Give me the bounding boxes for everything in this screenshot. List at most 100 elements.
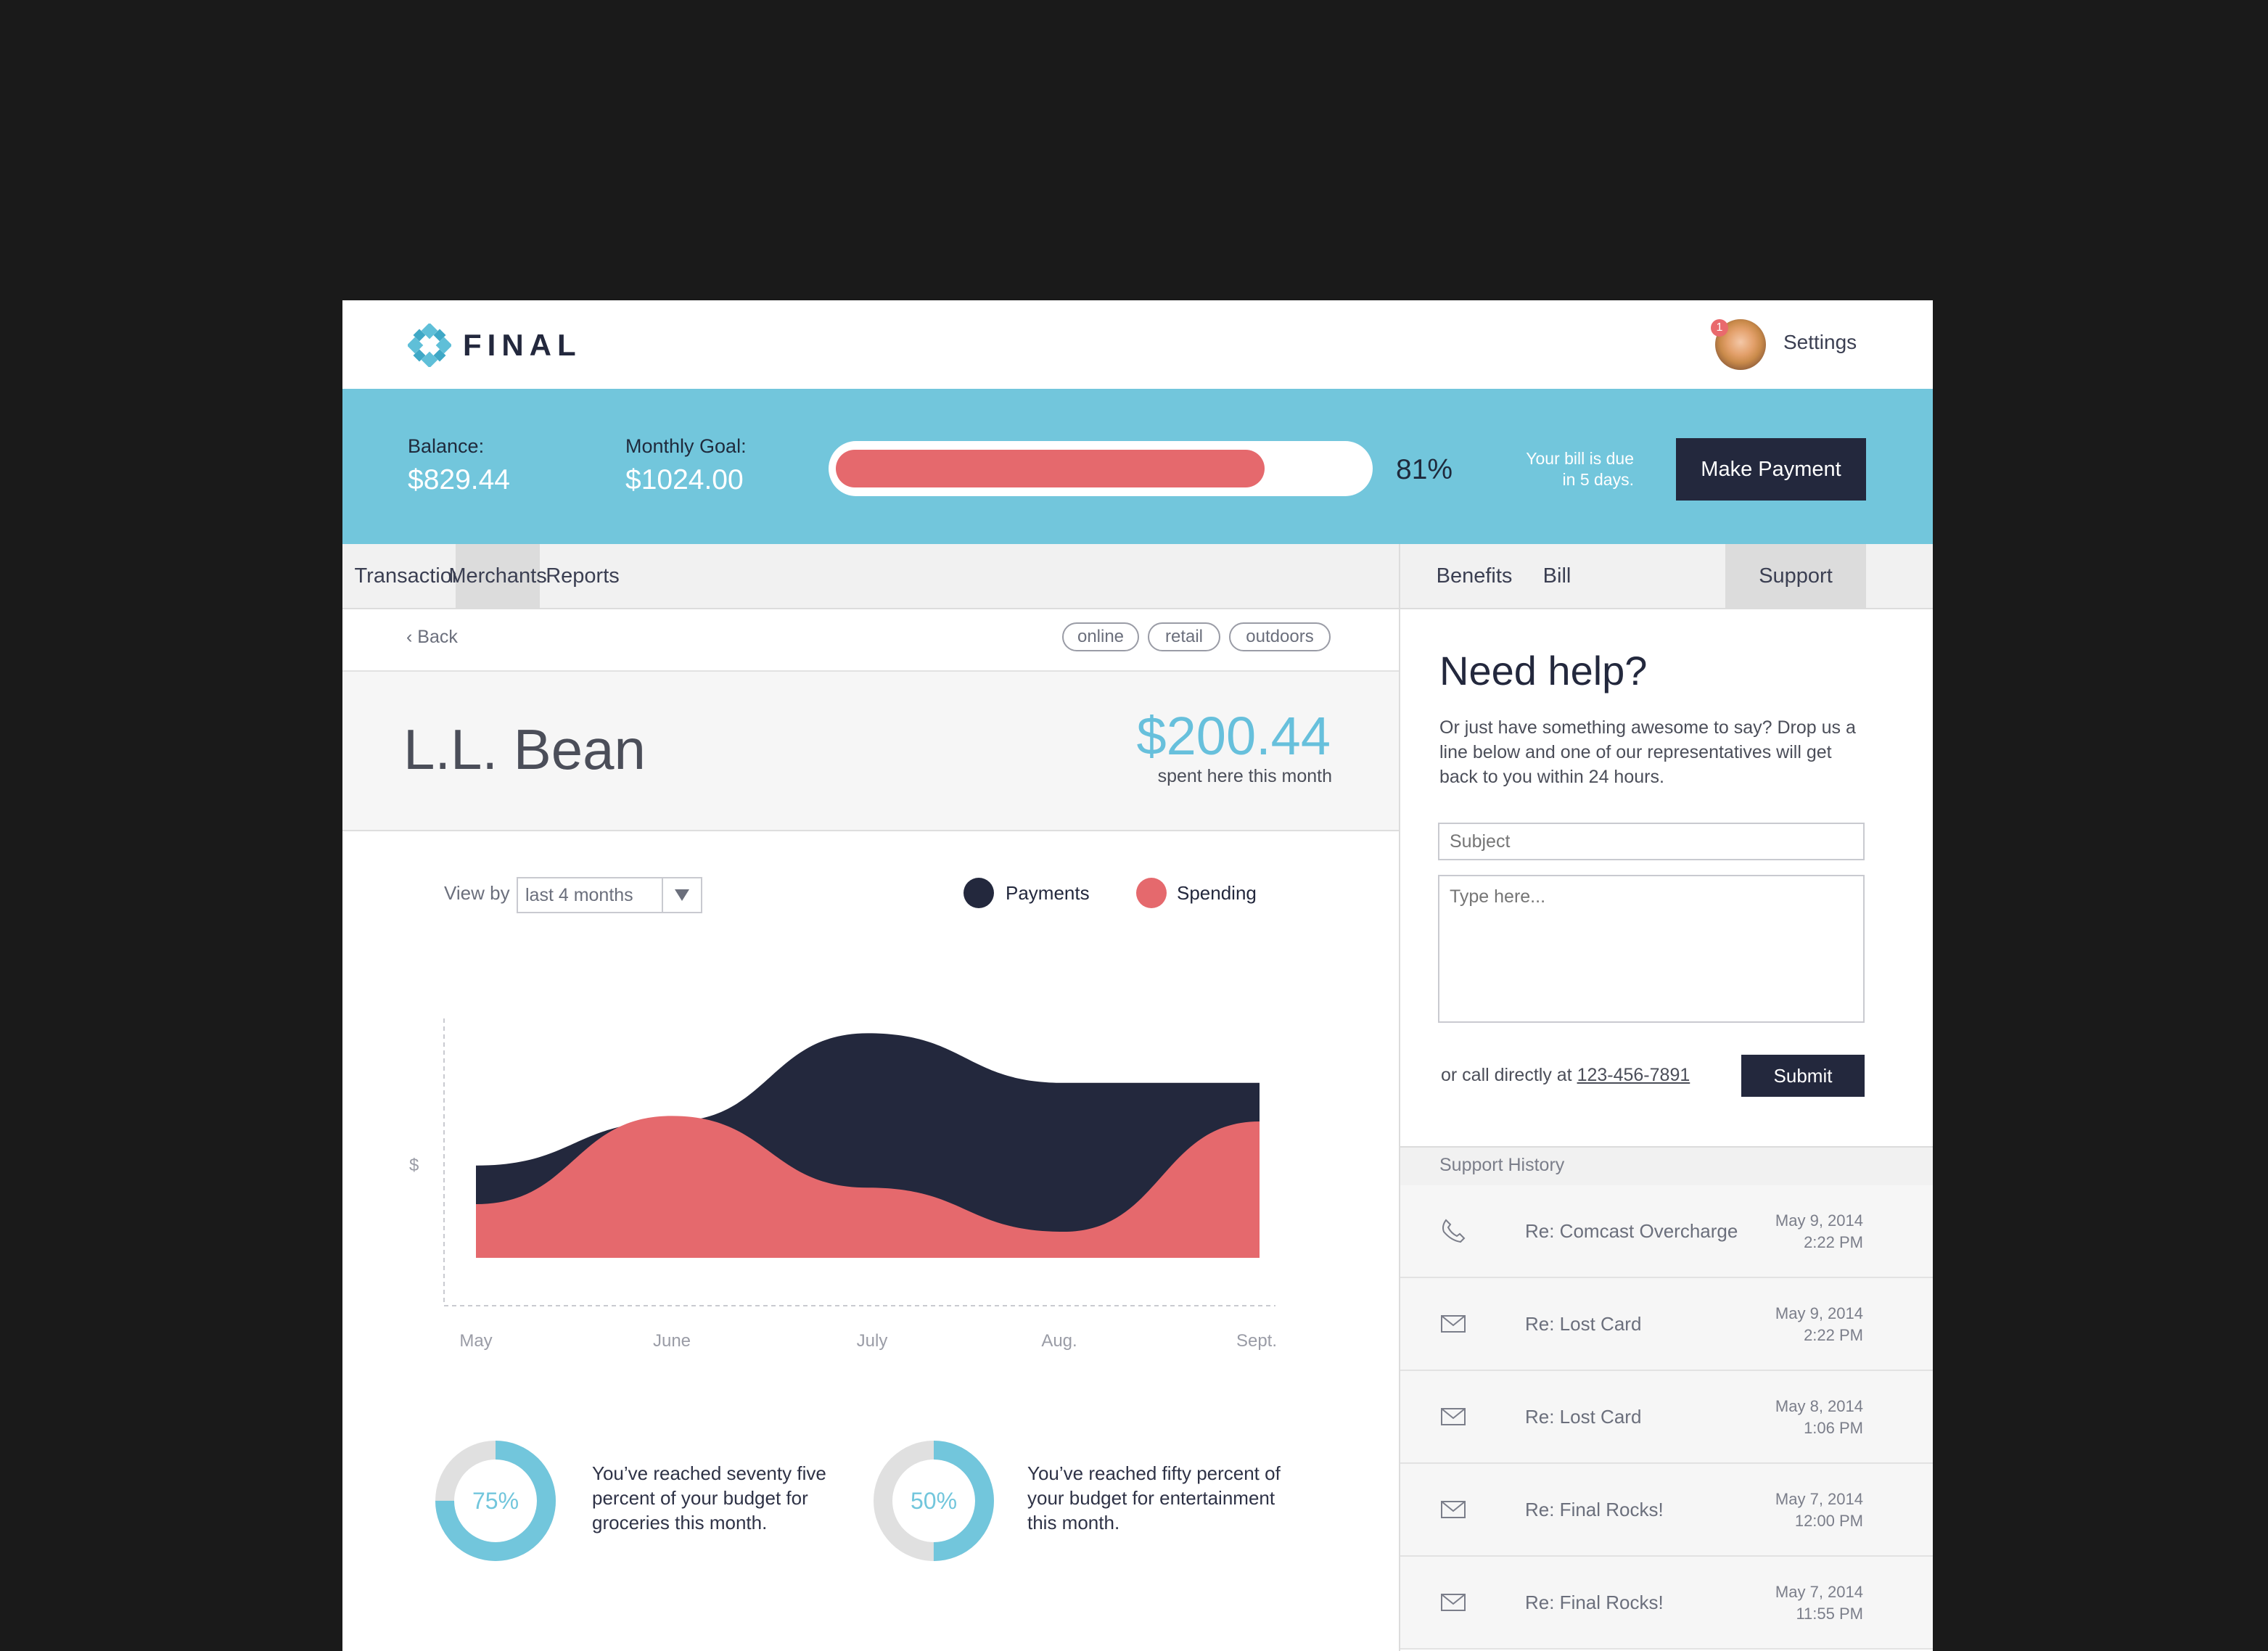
history-date: May 7, 2014 (1775, 1583, 1863, 1601)
legend-swatch-payments (964, 878, 994, 908)
budget-line: You’ve reached seventy five (592, 1462, 826, 1484)
mail-icon (1441, 1501, 1466, 1518)
budget-line: this month. (1027, 1512, 1120, 1533)
support-history-list: Re: Comcast Overcharge May 9, 2014 2:22 … (1400, 1185, 1933, 1650)
goal-progress-percent: 81% (1396, 454, 1453, 485)
view-by-value: last 4 months (525, 885, 633, 905)
history-time: 2:22 PM (1804, 1326, 1863, 1344)
merchant-subheader: ‹ Back online retail outdoors (342, 609, 1399, 672)
history-subject: Re: Lost Card (1525, 1406, 1642, 1428)
logo-mark-icon (408, 324, 451, 367)
submit-button[interactable]: Submit (1741, 1055, 1865, 1097)
history-date: May 8, 2014 (1775, 1397, 1863, 1415)
help-title: Need help? (1439, 648, 1648, 693)
goal-progress-fill (836, 450, 1265, 487)
make-payment-button[interactable]: Make Payment (1676, 438, 1866, 501)
history-item[interactable]: Re: Comcast Overcharge May 9, 2014 2:22 … (1400, 1185, 1933, 1278)
phone-link[interactable]: 123-456-7891 (1577, 1065, 1690, 1085)
history-subject: Re: Lost Card (1525, 1313, 1642, 1335)
notification-badge: 1 (1711, 319, 1728, 337)
history-item[interactable]: Re: Lost Card May 8, 2014 1:06 PM (1400, 1371, 1933, 1464)
history-timestamp: May 8, 2014 1:06 PM (1775, 1396, 1863, 1439)
logo[interactable]: FINAL (408, 324, 582, 367)
support-history-header: Support History (1400, 1146, 1933, 1187)
history-date: May 9, 2014 (1775, 1211, 1863, 1230)
tab-bill[interactable]: Bill (1522, 544, 1592, 608)
bill-due-note: Your bill is due in 5 days. (1489, 448, 1634, 490)
x-tick-label: July (857, 1331, 888, 1351)
spending-chart: $ May June July Aug. Sept. (409, 1018, 1277, 1351)
legend-label-spending: Spending (1177, 882, 1257, 904)
mail-icon (1441, 1315, 1466, 1333)
merchant-name: L.L. Bean (403, 717, 646, 781)
back-label: Back (417, 627, 458, 647)
tag-retail[interactable]: retail (1148, 622, 1220, 651)
phone-icon (1442, 1219, 1466, 1243)
monthly-goal-label: Monthly Goal: (625, 435, 747, 457)
tab-benefits[interactable]: Benefits (1437, 544, 1513, 608)
help-description: Or just have something awesome to say? D… (1439, 717, 1856, 787)
call-directly-text: or call directly at 123-456-7891 (1441, 1065, 1690, 1086)
support-history-title: Support History (1439, 1155, 1565, 1175)
budget-line: groceries this month. (592, 1512, 768, 1533)
history-timestamp: May 7, 2014 11:55 PM (1775, 1581, 1863, 1625)
side-tabs: Benefits Bill Support (1400, 544, 1933, 609)
y-axis-label: $ (409, 1156, 419, 1175)
chevron-down-icon (675, 889, 689, 901)
back-link[interactable]: ‹ Back (406, 627, 458, 648)
dropdown-toggle[interactable] (662, 878, 701, 912)
history-subject: Re: Final Rocks! (1525, 1592, 1664, 1613)
bill-note-line: in 5 days. (1562, 470, 1634, 489)
tab-merchants[interactable]: Merchants (448, 544, 547, 608)
balance-value: $829.44 (408, 464, 510, 495)
history-subject: Re: Final Rocks! (1525, 1499, 1664, 1520)
history-timestamp: May 9, 2014 2:22 PM (1775, 1210, 1863, 1253)
legend-label-payments: Payments (1006, 882, 1090, 904)
budget-line: percent of your budget for (592, 1487, 808, 1509)
message-input[interactable] (1438, 875, 1865, 1023)
account-banner: Balance: $829.44 Monthly Goal: $1024.00 … (342, 389, 1933, 544)
legend-swatch-spending (1136, 878, 1167, 908)
tab-support[interactable]: Support (1725, 544, 1866, 608)
history-timestamp: May 9, 2014 2:22 PM (1775, 1303, 1863, 1346)
app-window: FINAL 1 Settings Balance: $829.44 Monthl… (342, 300, 1933, 1651)
monthly-goal-value: $1024.00 (625, 464, 744, 495)
history-date: May 9, 2014 (1775, 1304, 1863, 1322)
x-tick-label: Aug. (1041, 1331, 1077, 1351)
x-tick-label: May (459, 1331, 492, 1351)
balance-label: Balance: (408, 435, 485, 457)
mail-icon (1441, 1408, 1466, 1425)
view-by-label: View by (444, 882, 510, 904)
x-tick-label: June (653, 1331, 691, 1351)
history-time: 2:22 PM (1804, 1233, 1863, 1251)
subject-input[interactable] (1438, 823, 1865, 860)
view-by-select[interactable]: last 4 months (517, 877, 702, 913)
budget-percent: 75% (472, 1487, 519, 1514)
goal-progress-bar (829, 441, 1373, 496)
history-item[interactable]: Re: Lost Card May 9, 2014 2:22 PM (1400, 1278, 1933, 1371)
settings-link[interactable]: Settings (1783, 331, 1857, 354)
bill-note-line: Your bill is due (1526, 449, 1634, 468)
history-time: 1:06 PM (1804, 1419, 1863, 1437)
merchant-amount-caption: spent here this month (1157, 766, 1332, 786)
history-item[interactable]: Re: Final Rocks! May 7, 2014 11:55 PM (1400, 1557, 1933, 1650)
chevron-left-icon: ‹ (406, 627, 413, 647)
budget-message: You’ve reached seventy five percent of y… (592, 1461, 826, 1535)
history-item[interactable]: Re: Final Rocks! May 7, 2014 12:00 PM (1400, 1464, 1933, 1557)
merchant-amount: $200.44 (1136, 706, 1331, 766)
budget-percent: 50% (910, 1487, 958, 1514)
history-timestamp: May 7, 2014 12:00 PM (1775, 1489, 1863, 1532)
tag-online[interactable]: online (1062, 622, 1139, 651)
budget-line: You’ve reached fifty percent of (1027, 1462, 1281, 1484)
tab-transactions[interactable]: Transactions (355, 544, 474, 608)
history-subject: Re: Comcast Overcharge (1525, 1220, 1738, 1242)
main-tabs: Transactions Merchants Reports (342, 544, 1399, 609)
merchant-summary: L.L. Bean $200.44 spent here this month (342, 672, 1399, 831)
history-time: 12:00 PM (1794, 1512, 1863, 1530)
tab-reports[interactable]: Reports (540, 544, 625, 608)
logo-text: FINAL (463, 328, 582, 362)
top-bar: FINAL 1 Settings (342, 300, 1933, 389)
budget-message: You’ve reached fifty percent of your bud… (1027, 1461, 1281, 1535)
history-time: 11:55 PM (1796, 1605, 1863, 1623)
tag-outdoors[interactable]: outdoors (1229, 622, 1331, 651)
